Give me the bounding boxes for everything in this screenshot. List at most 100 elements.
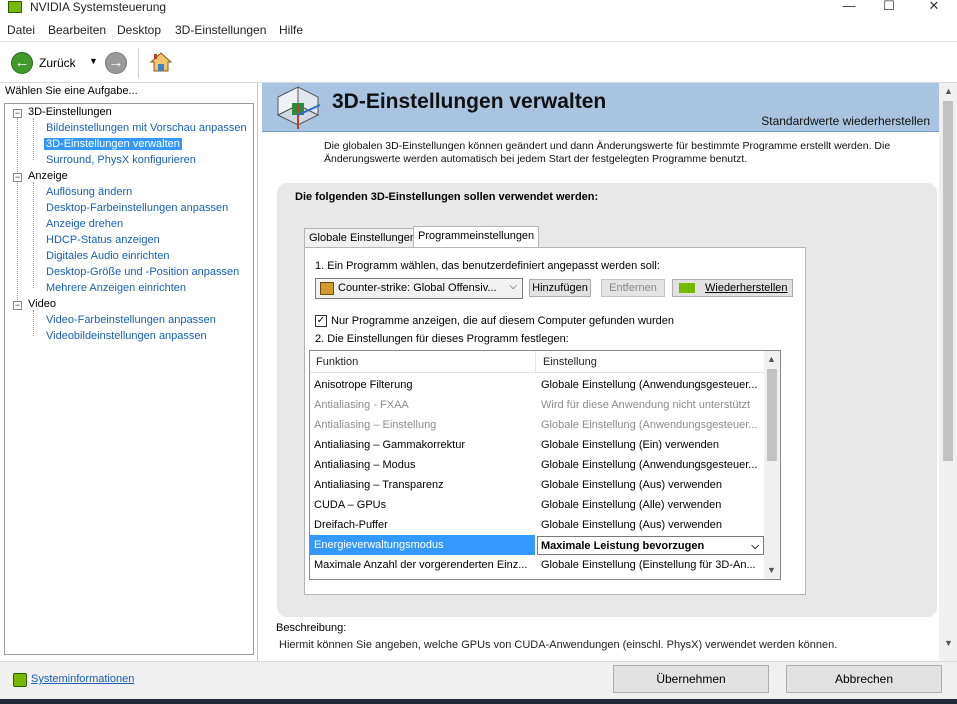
settings-grid: Funktion Einstellung Anisotrope Filterun… — [309, 350, 781, 580]
back-button[interactable]: Zurück — [39, 56, 76, 70]
menu-3d-einstellungen[interactable]: 3D-Einstellungen — [175, 23, 266, 37]
row-function: CUDA – GPUs — [314, 499, 387, 511]
tab-global-settings[interactable]: Globale Einstellungen — [304, 228, 422, 248]
home-icon[interactable] — [149, 51, 173, 73]
scroll-up-icon[interactable]: ▲ — [767, 354, 776, 364]
scroll-down-icon[interactable]: ▼ — [767, 565, 776, 575]
row-setting: Globale Einstellung (Anwendungsgesteuer.… — [541, 379, 758, 391]
table-row[interactable]: Antialiasing – Transparenz Globale Einst… — [310, 475, 766, 495]
row-function: Antialiasing – Einstellung — [314, 419, 437, 431]
game-icon — [320, 282, 334, 295]
program-select[interactable]: Counter-strike: Global Offensiv... ⌵ — [315, 278, 523, 299]
page-scrollbar[interactable]: ▲ ▼ — [939, 83, 957, 661]
row-setting: Globale Einstellung (Anwendungsgesteuer.… — [541, 459, 758, 471]
tree-item-aufloesung[interactable]: Auflösung ändern — [46, 186, 132, 198]
table-row[interactable]: Anisotrope Filterung Globale Einstellung… — [310, 375, 766, 395]
program-select-value: Counter-strike: Global Offensiv... — [338, 282, 497, 294]
grid-scroll-thumb[interactable] — [767, 369, 777, 461]
maximize-button[interactable]: ☐ — [866, 0, 912, 14]
tree-connector — [33, 182, 34, 288]
table-row[interactable]: Antialiasing – Modus Globale Einstellung… — [310, 455, 766, 475]
remove-program-button[interactable]: Entfernen — [601, 279, 665, 297]
program-settings-panel: 1. Ein Programm wählen, das benutzerdefi… — [304, 247, 806, 595]
row-setting: Globale Einstellung (Einstellung für 3D-… — [541, 559, 756, 571]
collapse-video-icon[interactable]: − — [13, 301, 22, 310]
tree-item-digitales-audio[interactable]: Digitales Audio einrichten — [46, 250, 170, 262]
tree-group-3d[interactable]: 3D-Einstellungen — [28, 106, 112, 118]
table-row[interactable]: Antialiasing – Einstellung Globale Einst… — [310, 415, 766, 435]
show-found-programs-checkbox[interactable]: ✓ — [315, 315, 327, 327]
collapse-3d-icon[interactable]: − — [13, 109, 22, 118]
tree-item-bildeinstellungen[interactable]: Bildeinstellungen mit Vorschau anpassen — [46, 122, 247, 134]
table-row[interactable]: CUDA – GPUs Globale Einstellung (Alle) v… — [310, 495, 766, 515]
tree-group-video[interactable]: Video — [28, 298, 56, 310]
tree-item-videobild[interactable]: Videobildeinstellungen anpassen — [46, 330, 207, 342]
table-row-selected[interactable]: Energieverwaltungsmodus Maximale Leistun… — [310, 535, 766, 555]
system-info-icon[interactable] — [13, 673, 27, 687]
description-text: Hiermit können Sie angeben, welche GPUs … — [279, 639, 838, 651]
collapse-anzeige-icon[interactable]: − — [13, 173, 22, 182]
close-button[interactable]: ✕ — [911, 0, 957, 14]
title-bar: NVIDIA Systemsteuerung — ☐ ✕ — [0, 0, 957, 20]
content-panel: 3D-Einstellungen verwalten Standardwerte… — [257, 83, 957, 661]
nvidia-icon — [679, 283, 695, 293]
system-info-link[interactable]: Systeminformationen — [31, 673, 134, 685]
task-tree: − 3D-Einstellungen Bildeinstellungen mit… — [4, 103, 254, 655]
table-row[interactable]: Antialiasing - FXAA Wird für diese Anwen… — [310, 395, 766, 415]
page-banner: 3D-Einstellungen verwalten Standardwerte… — [262, 83, 942, 132]
tree-group-anzeige[interactable]: Anzeige — [28, 170, 68, 182]
tree-connector — [33, 310, 34, 336]
tree-item-surround-physx[interactable]: Surround, PhysX konfigurieren — [46, 154, 196, 166]
apply-button[interactable]: Übernehmen — [613, 665, 769, 693]
back-arrow-icon[interactable]: ← — [11, 52, 33, 74]
column-function[interactable]: Funktion — [316, 356, 358, 368]
row-function: Energieverwaltungsmodus — [310, 535, 535, 555]
row-function: Dreifach-Puffer — [314, 519, 388, 531]
menu-desktop[interactable]: Desktop — [117, 23, 161, 37]
tree-item-mehrere-anzeigen[interactable]: Mehrere Anzeigen einrichten — [46, 282, 186, 294]
add-program-button[interactable]: Hinzufügen — [529, 279, 591, 297]
tree-item-3d-verwalten[interactable]: 3D-Einstellungen verwalten — [44, 138, 182, 150]
row-function: Maximale Anzahl der vorgerenderten Einz.… — [314, 559, 528, 571]
tree-connector — [33, 118, 34, 160]
page-scroll-thumb[interactable] — [943, 101, 953, 461]
tree-item-anzeige-drehen[interactable]: Anzeige drehen — [46, 218, 123, 230]
tree-item-hdcp[interactable]: HDCP-Status anzeigen — [46, 234, 160, 246]
back-dropdown-icon[interactable]: ▼ — [89, 56, 98, 66]
table-row[interactable]: Dreifach-Puffer Globale Einstellung (Aus… — [310, 515, 766, 535]
show-found-programs-label[interactable]: Nur Programme anzeigen, die auf diesem C… — [331, 315, 674, 327]
intro-line-2: Änderungswerte werden automatisch bei je… — [324, 153, 748, 165]
menu-hilfe[interactable]: Hilfe — [279, 23, 303, 37]
menu-bearbeiten[interactable]: Bearbeiten — [48, 23, 106, 37]
menu-datei[interactable]: Datei — [7, 23, 35, 37]
menu-bar: Datei Bearbeiten Desktop 3D-Einstellunge… — [0, 20, 957, 41]
chevron-down-icon: ⌵ — [751, 541, 759, 552]
scroll-up-icon[interactable]: ▲ — [944, 86, 953, 96]
restore-program-button[interactable]: Wiederherstellen — [672, 279, 793, 297]
restore-defaults-link[interactable]: Standardwerte wiederherstellen — [761, 114, 930, 128]
tree-item-video-farbe[interactable]: Video-Farbeinstellungen anpassen — [46, 314, 216, 326]
power-mode-select[interactable]: Maximale Leistung bevorzugen ⌵ — [537, 536, 764, 555]
table-row[interactable]: Maximale Anzahl der vorgerenderten Einz.… — [310, 555, 766, 575]
tree-item-desktop-groesse[interactable]: Desktop-Größe und -Position anpassen — [46, 266, 239, 278]
row-setting: Wird für diese Anwendung nicht unterstüt… — [541, 399, 751, 411]
row-setting: Globale Einstellung (Alle) verwenden — [541, 499, 722, 511]
grid-header: Funktion Einstellung — [310, 351, 766, 373]
description-label: Beschreibung: — [276, 622, 347, 634]
3d-settings-icon — [276, 86, 321, 129]
settings-box: Die folgenden 3D-Einstellungen sollen ve… — [277, 183, 937, 617]
table-row[interactable]: Antialiasing – Gammakorrektur Globale Ei… — [310, 435, 766, 455]
task-panel-heading: Wählen Sie eine Aufgabe... — [5, 85, 138, 97]
tab-program-settings[interactable]: Programmeinstellungen — [413, 226, 540, 249]
forward-arrow-icon[interactable]: → — [105, 52, 127, 74]
toolbar: ← Zurück ▼ → — [0, 41, 957, 83]
scroll-down-icon[interactable]: ▼ — [944, 638, 953, 648]
cancel-button[interactable]: Abbrechen — [786, 665, 942, 693]
grid-scrollbar[interactable]: ▲ ▼ — [764, 351, 780, 579]
column-setting[interactable]: Einstellung — [543, 356, 597, 368]
step1-label: 1. Ein Programm wählen, das benutzerdefi… — [315, 260, 660, 272]
row-function: Antialiasing – Gammakorrektur — [314, 439, 466, 451]
row-setting: Globale Einstellung (Anwendungsgesteuer.… — [541, 419, 758, 431]
nvidia-app-icon — [8, 1, 22, 13]
tree-item-desktop-farbe[interactable]: Desktop-Farbeinstellungen anpassen — [46, 202, 228, 214]
